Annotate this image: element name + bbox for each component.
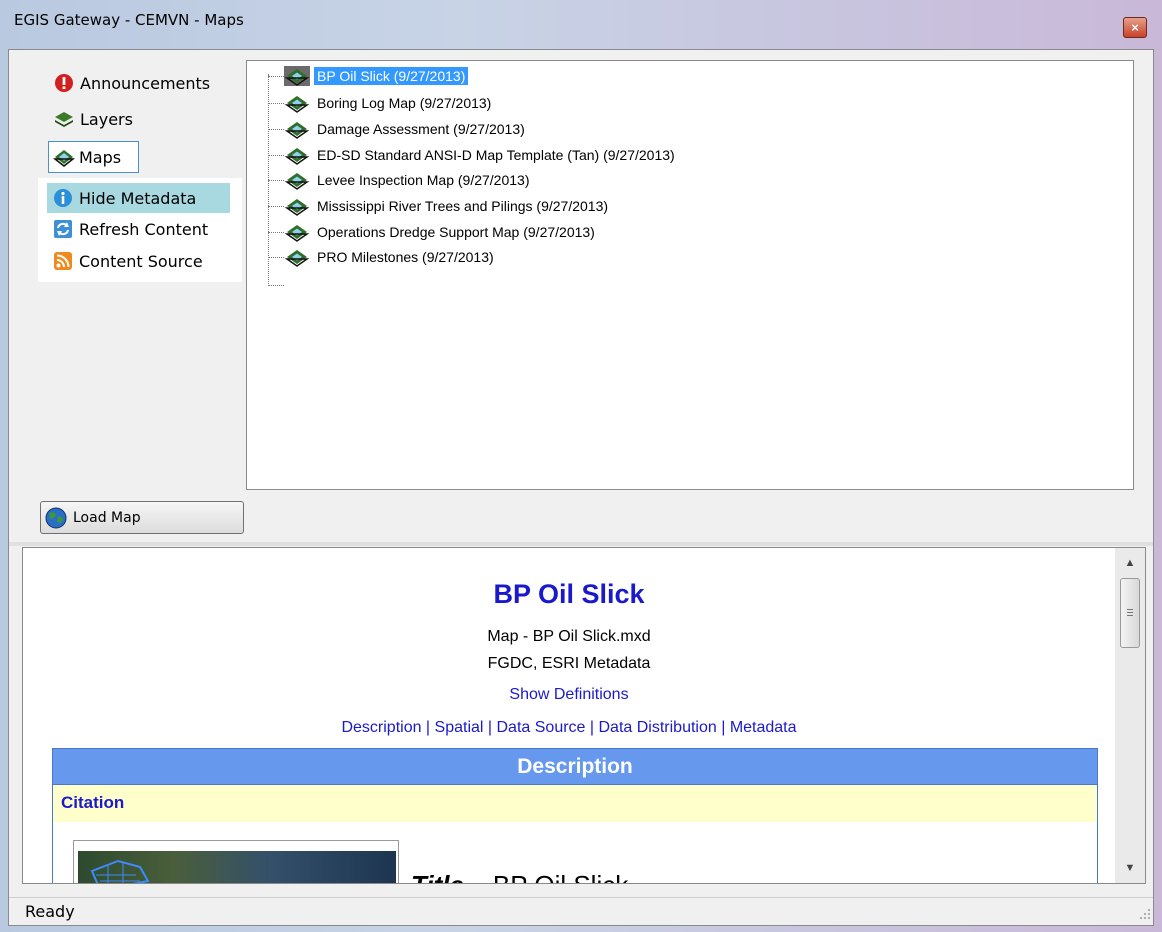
refresh-icon bbox=[53, 219, 73, 239]
tree-connector bbox=[268, 129, 284, 130]
link-separator: | bbox=[483, 719, 497, 736]
tree-connector bbox=[268, 180, 284, 181]
metadata-scrollbar[interactable]: ▲ ▼ bbox=[1115, 548, 1145, 883]
tree-connector bbox=[268, 155, 284, 156]
tree-connector bbox=[268, 257, 284, 258]
tree-item-label: Damage Assessment (9/27/2013) bbox=[317, 121, 525, 137]
rss-icon bbox=[53, 251, 73, 271]
nav-item-label: Maps bbox=[79, 147, 122, 167]
tree-item-label: Operations Dredge Support Map (9/27/2013… bbox=[317, 224, 595, 240]
load-map-label: Load Map bbox=[73, 509, 141, 526]
link-separator: | bbox=[421, 719, 435, 736]
layers-icon bbox=[54, 109, 74, 129]
metadata-link[interactable]: Metadata bbox=[730, 719, 797, 736]
tree-item-label: PRO Milestones (9/27/2013) bbox=[317, 249, 494, 265]
show-definitions-link[interactable]: Show Definitions bbox=[23, 686, 1115, 704]
section-links: Description | Spatial | Data Source | Da… bbox=[23, 719, 1115, 737]
description-link[interactable]: Description bbox=[341, 719, 421, 736]
citation-header: Citation bbox=[52, 785, 1098, 822]
map-icon bbox=[284, 222, 310, 242]
tree-connector bbox=[268, 76, 284, 77]
map-thumbnail bbox=[73, 840, 399, 883]
refresh-content-button[interactable]: Refresh Content bbox=[53, 214, 208, 244]
map-icon bbox=[284, 119, 310, 139]
globe-icon bbox=[45, 507, 67, 529]
window-title: EGIS Gateway - CEMVN - Maps bbox=[14, 11, 244, 29]
link-separator: | bbox=[585, 719, 599, 736]
tree-item-label: ED-SD Standard ANSI-D Map Template (Tan)… bbox=[317, 147, 675, 163]
tree-item[interactable]: Damage Assessment (9/27/2013) bbox=[284, 118, 528, 140]
map-icon bbox=[284, 196, 310, 216]
nav-item-maps[interactable]: Maps bbox=[48, 141, 139, 173]
nav-item-label: Announcements bbox=[80, 73, 211, 93]
action-label: Hide Metadata bbox=[79, 188, 197, 208]
tree-connector bbox=[268, 206, 284, 207]
scroll-down-icon[interactable]: ▼ bbox=[1115, 855, 1145, 881]
title-bar[interactable]: EGIS Gateway - CEMVN - Maps × bbox=[0, 0, 1162, 40]
tree-item-label: Levee Inspection Map (9/27/2013) bbox=[317, 172, 530, 188]
metadata-title: BP Oil Slick bbox=[493, 579, 645, 609]
action-label: Content Source bbox=[79, 251, 203, 271]
tree-item[interactable]: Mississippi River Trees and Pilings (9/2… bbox=[284, 195, 611, 217]
scrollbar-thumb[interactable] bbox=[1120, 578, 1140, 648]
data-source-link[interactable]: Data Source bbox=[497, 719, 586, 736]
description-header: Description bbox=[52, 748, 1098, 785]
metadata-subtitle: Map - BP Oil Slick.mxd bbox=[487, 628, 651, 645]
pane-splitter[interactable] bbox=[9, 542, 1153, 546]
metadata-pane: BP Oil Slick Map - BP Oil Slick.mxd FGDC… bbox=[22, 547, 1146, 884]
data-distribution-link[interactable]: Data Distribution bbox=[598, 719, 716, 736]
title-field-label: Title bbox=[411, 870, 464, 883]
status-text: Ready bbox=[25, 902, 75, 921]
tree-item[interactable]: Levee Inspection Map (9/27/2013) bbox=[284, 169, 532, 191]
exclamation-icon bbox=[54, 73, 74, 93]
citation-title-field: Title – BP Oil Slick bbox=[411, 870, 628, 883]
info-icon bbox=[53, 188, 73, 208]
close-icon: × bbox=[1131, 20, 1139, 35]
nav-item-announcements[interactable]: Announcements bbox=[54, 68, 210, 98]
status-bar: Ready bbox=[9, 897, 1153, 925]
tree-item[interactable]: Boring Log Map (9/27/2013) bbox=[284, 92, 494, 114]
action-label: Refresh Content bbox=[79, 219, 209, 239]
nav-item-layers[interactable]: Layers bbox=[54, 104, 133, 134]
load-map-button[interactable]: Load Map bbox=[40, 501, 244, 534]
hide-metadata-button[interactable]: Hide Metadata bbox=[47, 183, 230, 213]
tree-item-label: BP Oil Slick (9/27/2013) bbox=[314, 67, 469, 85]
map-icon bbox=[284, 145, 310, 165]
content-source-button[interactable]: Content Source bbox=[53, 246, 203, 276]
tree-connector bbox=[268, 103, 284, 104]
tree-item[interactable]: PRO Milestones (9/27/2013) bbox=[284, 246, 497, 268]
metadata-standards: FGDC, ESRI Metadata bbox=[487, 655, 651, 672]
scroll-up-icon[interactable]: ▲ bbox=[1115, 550, 1145, 576]
map-icon bbox=[284, 93, 310, 113]
tree-item[interactable]: ED-SD Standard ANSI-D Map Template (Tan)… bbox=[284, 144, 678, 166]
map-icon bbox=[284, 170, 310, 190]
tree-item[interactable]: Operations Dredge Support Map (9/27/2013… bbox=[284, 221, 598, 243]
spatial-link[interactable]: Spatial bbox=[435, 719, 484, 736]
tree-connector bbox=[268, 232, 284, 233]
nav-item-label: Layers bbox=[80, 109, 133, 129]
map-thumbnail-image bbox=[78, 851, 396, 883]
tree-item[interactable]: BP Oil Slick (9/27/2013) bbox=[284, 65, 469, 87]
tree-connector bbox=[268, 285, 284, 286]
link-separator: | bbox=[716, 719, 730, 736]
title-field-value: BP Oil Slick bbox=[493, 870, 628, 883]
map-icon bbox=[284, 247, 310, 267]
close-button[interactable]: × bbox=[1123, 17, 1147, 38]
resize-grip-icon[interactable] bbox=[1136, 905, 1152, 921]
map-icon bbox=[284, 66, 310, 86]
tree-item-label: Mississippi River Trees and Pilings (9/2… bbox=[317, 198, 609, 214]
map-icon bbox=[52, 147, 76, 167]
tree-item-label: Boring Log Map (9/27/2013) bbox=[317, 95, 492, 111]
